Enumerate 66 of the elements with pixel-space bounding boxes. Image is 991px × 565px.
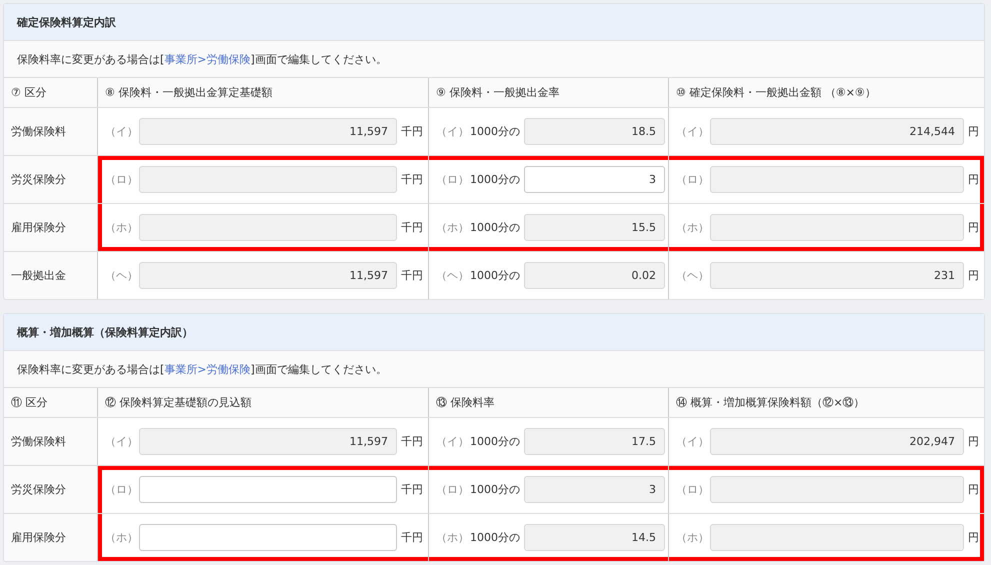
item-mark: （ホ） [676, 530, 710, 545]
column-header: ⑭ 概算・増加概算保険料額（⑫×⑬） [676, 395, 865, 410]
item-mark: （ロ） [105, 172, 139, 187]
rate-prefix: 1000分の [470, 220, 520, 235]
item-mark: （ヘ） [105, 268, 139, 283]
item-mark: （イ） [436, 434, 470, 449]
item-mark: （ホ） [676, 220, 710, 235]
unit-label: 円 [968, 268, 979, 283]
note-text: 保険料率に変更がある場合は[事業所>労働保険]画面で編集してください。 [17, 52, 387, 66]
unit-label: 千円 [401, 434, 423, 449]
row-label: 労働保険料 [11, 124, 66, 139]
item-mark: （ロ） [436, 172, 470, 187]
rate-prefix: 1000分の [470, 124, 520, 139]
unit-label: 千円 [401, 482, 423, 497]
item-mark: （イ） [105, 434, 139, 449]
unit-label: 千円 [401, 172, 423, 187]
row-label: 労働保険料 [11, 434, 66, 449]
item-mark: （ヘ） [676, 268, 710, 283]
item-mark: （ホ） [105, 220, 139, 235]
item-mark: （ロ） [436, 482, 470, 497]
rate-prefix: 1000分の [470, 434, 520, 449]
unit-label: 千円 [401, 530, 423, 545]
row-label: 労災保険分 [11, 482, 66, 497]
unit-label: 千円 [401, 268, 423, 283]
number-field[interactable] [139, 476, 397, 503]
item-mark: （イ） [105, 124, 139, 139]
item-mark: （ロ） [105, 482, 139, 497]
number-field[interactable]: 3 [524, 166, 665, 193]
row-label: 一般拠出金 [11, 268, 66, 283]
row-label: 労災保険分 [11, 172, 66, 187]
column-header: ⑧ 保険料・一般拠出金算定基礎額 [105, 85, 272, 100]
unit-label: 円 [968, 220, 979, 235]
settings-link[interactable]: 事業所>労働保険 [164, 52, 251, 66]
unit-label: 円 [968, 124, 979, 139]
unit-label: 千円 [401, 220, 423, 235]
number-field[interactable] [139, 524, 397, 551]
item-mark: （ロ） [676, 482, 710, 497]
unit-label: 円 [968, 530, 979, 545]
unit-label: 円 [968, 482, 979, 497]
unit-label: 千円 [401, 124, 423, 139]
column-header: ⑬ 保険料率 [436, 395, 494, 410]
column-header: ⑦ 区分 [11, 85, 46, 100]
column-header: ⑫ 保険料算定基礎額の見込額 [105, 395, 252, 410]
panel-title: 概算・増加概算（保険料算定内訳） [17, 324, 193, 340]
item-mark: （ホ） [436, 220, 470, 235]
column-header: ⑪ 区分 [11, 395, 48, 410]
column-header: ⑩ 確定保険料・一般拠出金額 （⑧×⑨） [676, 85, 876, 100]
item-mark: （イ） [676, 434, 710, 449]
column-header: ⑨ 保険料・一般拠出金率 [436, 85, 560, 100]
rate-prefix: 1000分の [470, 482, 520, 497]
item-mark: （イ） [676, 124, 710, 139]
settings-link[interactable]: 事業所>労働保険 [164, 362, 251, 376]
rate-prefix: 1000分の [470, 172, 520, 187]
item-mark: （イ） [436, 124, 470, 139]
item-mark: （ホ） [436, 530, 470, 545]
unit-label: 円 [968, 434, 979, 449]
row-label: 雇用保険分 [11, 220, 66, 235]
item-mark: （ホ） [105, 530, 139, 545]
row-label: 雇用保険分 [11, 530, 66, 545]
note-text: 保険料率に変更がある場合は[事業所>労働保険]画面で編集してください。 [17, 362, 387, 376]
panel-title: 確定保険料算定内訳 [17, 14, 116, 30]
unit-label: 円 [968, 172, 979, 187]
item-mark: （ヘ） [436, 268, 470, 283]
item-mark: （ロ） [676, 172, 710, 187]
rate-prefix: 1000分の [470, 530, 520, 545]
rate-prefix: 1000分の [470, 268, 520, 283]
